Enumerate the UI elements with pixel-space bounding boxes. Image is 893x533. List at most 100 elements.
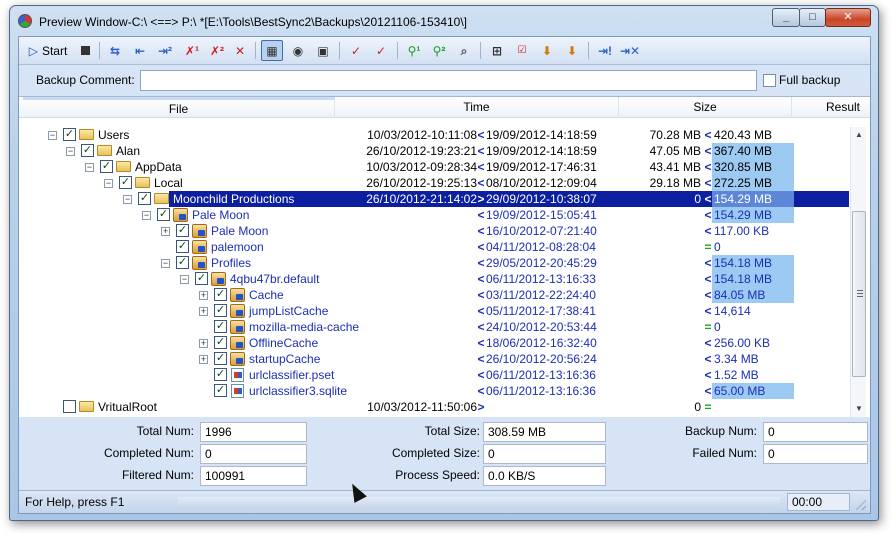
row-checkbox[interactable]: ✓ xyxy=(81,144,94,157)
minimize-button[interactable]: _ xyxy=(772,8,800,27)
expand-icon[interactable]: + xyxy=(199,339,208,348)
find-button[interactable]: ⌕ xyxy=(453,40,475,61)
expand-icon[interactable]: + xyxy=(199,307,208,316)
tree-row[interactable]: + ✓ jumpListCache < 05/11/2012-17:38:41 … xyxy=(19,303,850,319)
check-red-2-icon: ✓ xyxy=(375,43,387,58)
file-new-icon xyxy=(231,368,244,382)
full-backup-label[interactable]: Full backup xyxy=(779,73,840,87)
row-checkbox[interactable] xyxy=(63,400,76,413)
collapse-icon[interactable]: − xyxy=(161,259,170,268)
row-name: Alan xyxy=(116,144,141,158)
scroll-down-icon[interactable]: ▼ xyxy=(851,401,867,417)
row-checkbox[interactable]: ✓ xyxy=(176,224,189,237)
tree-row[interactable]: − ✓ Profiles < 29/05/2012-20:45:29 < 154… xyxy=(19,255,850,271)
row-checkbox[interactable]: ✓ xyxy=(138,192,151,205)
flag-button[interactable]: ⇥! xyxy=(594,40,616,61)
all-button[interactable]: ☑ xyxy=(511,40,533,61)
column-header-size[interactable]: Size xyxy=(619,97,792,118)
row-checkbox[interactable]: ✓ xyxy=(176,256,189,269)
collapse-icon[interactable]: − xyxy=(123,195,132,204)
row-checkbox[interactable]: ✓ xyxy=(63,128,76,141)
row-checkbox[interactable]: ✓ xyxy=(157,208,170,221)
sync-button[interactable]: ⇆ xyxy=(105,40,125,61)
delete-2-button[interactable]: ✗² xyxy=(206,40,228,61)
collapse-icon[interactable]: − xyxy=(85,163,94,172)
collapse-icon[interactable]: − xyxy=(180,275,189,284)
search-2-button[interactable]: ⚲² xyxy=(428,40,450,61)
target-size: 272.25 MB xyxy=(712,175,794,191)
tree-row[interactable]: − ✓ Local 26/10/2012-19:25:13 < 08/10/20… xyxy=(19,175,850,191)
column-header-file[interactable]: File xyxy=(23,97,335,118)
row-checkbox[interactable]: ✓ xyxy=(214,336,227,349)
vertical-scrollbar[interactable]: ▲ ▼ xyxy=(850,127,866,417)
direction-left-icon: < xyxy=(477,368,485,382)
backup-comment-input[interactable] xyxy=(140,70,757,91)
down-arrow-2-button[interactable]: ⬇ xyxy=(561,40,583,61)
resize-grip-icon[interactable] xyxy=(853,497,866,510)
tree-row[interactable]: ✓ urlclassifier3.sqlite < 06/11/2012-13:… xyxy=(19,383,850,399)
delete-button[interactable]: ✕ xyxy=(231,40,249,61)
tree-row[interactable]: + ✓ startupCache < 26/10/2012-20:56:24 <… xyxy=(19,351,850,367)
row-checkbox[interactable]: ✓ xyxy=(176,240,189,253)
row-checkbox[interactable]: ✓ xyxy=(214,320,227,333)
column-header-result[interactable]: Result xyxy=(792,97,866,118)
tree-row[interactable]: + ✓ OfflineCache < 18/06/2012-16:32:40 <… xyxy=(19,335,850,351)
collapse-icon[interactable]: − xyxy=(104,179,113,188)
folder-new-icon xyxy=(230,336,245,350)
row-checkbox[interactable]: ✓ xyxy=(214,288,227,301)
close-button[interactable]: ✕ xyxy=(825,8,871,27)
eye-button[interactable]: ◉ xyxy=(287,40,309,61)
down-arrow-button[interactable]: ⬇ xyxy=(536,40,558,61)
direction-left-icon: < xyxy=(477,384,485,398)
tree-row[interactable]: − ✓ 4qbu47br.default < 06/11/2012-13:16:… xyxy=(19,271,850,287)
tree-row[interactable]: + ✓ Pale Moon < 16/10/2012-07:21:40 < 11… xyxy=(19,223,850,239)
row-checkbox[interactable]: ✓ xyxy=(214,368,227,381)
check-button[interactable]: ✓ xyxy=(345,40,367,61)
expand-icon[interactable]: + xyxy=(199,355,208,364)
title-bar[interactable]: Preview Window-C:\ <==> P:\ *[E:\Tools\B… xyxy=(10,6,878,36)
full-backup-checkbox[interactable] xyxy=(763,74,776,87)
backup-num-label: Backup Num: xyxy=(684,424,757,438)
collapse-icon[interactable]: − xyxy=(142,211,151,220)
maximize-button[interactable]: □ xyxy=(799,8,826,27)
collapse-icon[interactable]: − xyxy=(66,147,75,156)
direction-left-icon: < xyxy=(477,320,485,334)
row-checkbox[interactable]: ✓ xyxy=(119,176,132,189)
tree-row[interactable]: ✓ mozilla-media-cache < 24/10/2012-20:53… xyxy=(19,319,850,335)
start-button[interactable]: ▷ Start xyxy=(25,40,71,61)
source-size: 0 xyxy=(694,192,701,206)
clear-button[interactable]: ⇥✕ xyxy=(619,40,641,61)
collapse-icon[interactable]: − xyxy=(48,131,57,140)
row-checkbox[interactable]: ✓ xyxy=(214,384,227,397)
filter-view-button[interactable]: ▣ xyxy=(312,40,334,61)
direction-left-icon: < xyxy=(477,208,485,222)
tree-row[interactable]: VritualRoot 10/03/2012-11:50:06 > 0 = xyxy=(19,399,850,415)
tree-row-selected[interactable]: − ✓ Moonchild Productions 26/10/2012-21:… xyxy=(19,191,850,207)
search-1-button[interactable]: ⚲¹ xyxy=(403,40,425,61)
tree-button[interactable]: ⊞ xyxy=(486,40,508,61)
tree-row[interactable]: − ✓ Users 10/03/2012-10:11:08 < 19/09/20… xyxy=(19,127,850,143)
tree-row[interactable]: + ✓ Cache < 03/11/2012-22:24:40 < 84.05 … xyxy=(19,287,850,303)
tree-row[interactable]: ✓ palemoon < 04/11/2012-08:28:04 = 0 xyxy=(19,239,850,255)
expand-icon[interactable]: + xyxy=(199,291,208,300)
column-header-time[interactable]: Time xyxy=(335,97,619,118)
row-checkbox[interactable]: ✓ xyxy=(195,272,208,285)
check-2-button[interactable]: ✓ xyxy=(370,40,392,61)
stop-button[interactable] xyxy=(77,40,93,61)
row-checkbox[interactable]: ✓ xyxy=(214,352,227,365)
tree-row[interactable]: − ✓ AppData 10/03/2012-09:28:34 < 19/09/… xyxy=(19,159,850,175)
tree-row[interactable]: − ✓ Pale Moon < 19/09/2012-15:05:41 < 15… xyxy=(19,207,850,223)
row-checkbox[interactable]: ✓ xyxy=(214,304,227,317)
tree-row[interactable]: − ✓ Alan 26/10/2012-19:23:21 < 19/09/201… xyxy=(19,143,850,159)
expand-icon[interactable]: + xyxy=(161,227,170,236)
view-toggle-button[interactable]: ▦ xyxy=(261,40,283,61)
copy-left-button[interactable]: ⇤ xyxy=(129,40,151,61)
source-size: 70.28 MB xyxy=(649,128,701,142)
scroll-up-icon[interactable]: ▲ xyxy=(851,127,867,143)
scroll-thumb[interactable] xyxy=(852,211,866,377)
copy-right-button[interactable]: ⇥² xyxy=(154,40,176,61)
row-checkbox[interactable]: ✓ xyxy=(100,160,113,173)
tree-row[interactable]: ✓ urlclassifier.pset < 06/11/2012-13:16:… xyxy=(19,367,850,383)
delete-1-button[interactable]: ✗¹ xyxy=(181,40,203,61)
direction-left-icon: < xyxy=(477,256,485,270)
